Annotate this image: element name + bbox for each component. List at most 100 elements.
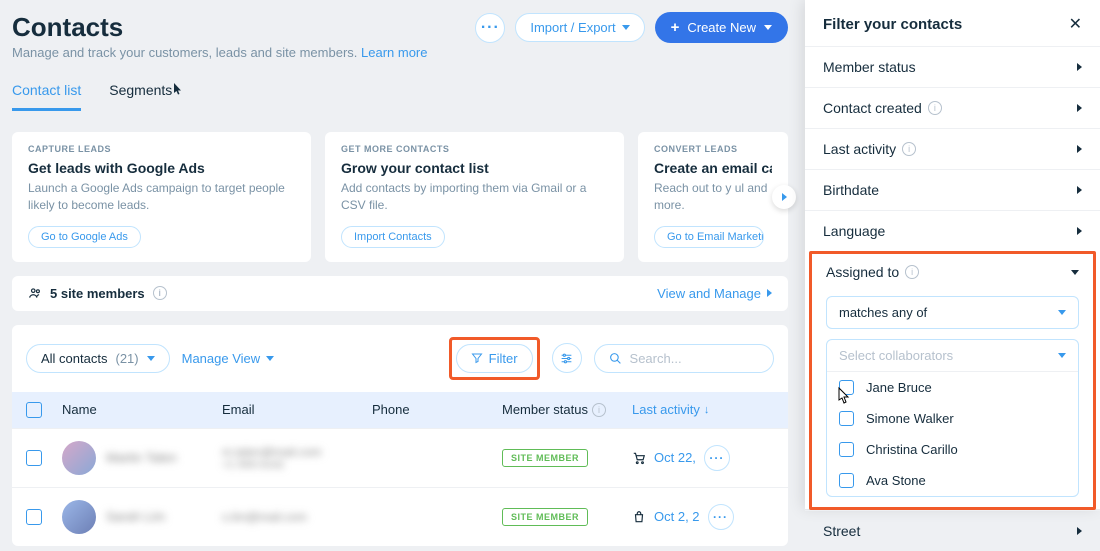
- more-actions-button[interactable]: ···: [475, 13, 505, 43]
- import-contacts-button[interactable]: Import Contacts: [341, 226, 445, 248]
- view-and-manage-link[interactable]: View and Manage: [657, 286, 772, 301]
- filter-street[interactable]: Street: [805, 510, 1100, 551]
- search-input-wrapper[interactable]: [594, 344, 774, 373]
- info-icon[interactable]: i: [905, 265, 919, 279]
- close-icon[interactable]: ✕: [1069, 14, 1082, 34]
- chevron-right-icon: [782, 193, 787, 201]
- table-row[interactable]: Sarah Lim s.lim@mail.com SITE MEMBER Oct…: [12, 487, 788, 546]
- sliders-icon: [560, 352, 573, 365]
- search-input[interactable]: [630, 351, 759, 366]
- card-title: Get leads with Google Ads: [28, 160, 295, 176]
- contact-phone: +1 555-0142: [222, 459, 372, 471]
- option-checkbox[interactable]: [839, 473, 854, 488]
- filter-panel: Filter your contacts ✕ Member status Con…: [805, 0, 1100, 509]
- row-checkbox[interactable]: [26, 509, 42, 525]
- info-icon[interactable]: i: [153, 286, 167, 300]
- filter-language[interactable]: Language: [805, 210, 1100, 251]
- chevron-down-icon: [147, 356, 155, 361]
- members-icon: [28, 286, 42, 300]
- create-new-button[interactable]: + Create New: [655, 12, 788, 43]
- card-convert-leads: CONVERT LEADS Create an email ca Reach o…: [638, 132, 788, 262]
- filter-contact-created[interactable]: Contact createdi: [805, 87, 1100, 128]
- go-to-email-marketing-button[interactable]: Go to Email Marketing: [654, 226, 764, 248]
- card-tag: GET MORE CONTACTS: [341, 144, 608, 154]
- cursor-pointer-icon: [174, 83, 183, 95]
- collaborator-option[interactable]: Jane Bruce: [827, 372, 1078, 403]
- card-title: Create an email ca: [654, 160, 772, 176]
- collaborator-option[interactable]: Simone Walker: [827, 403, 1078, 434]
- select-all-checkbox[interactable]: [26, 402, 42, 418]
- filter-assigned-to[interactable]: Assigned toi: [812, 254, 1093, 290]
- card-title: Grow your contact list: [341, 160, 608, 176]
- collaborator-option[interactable]: Christina Carillo: [827, 434, 1078, 465]
- option-label: Christina Carillo: [866, 442, 958, 457]
- chevron-down-icon: [622, 25, 630, 30]
- option-checkbox[interactable]: [839, 442, 854, 457]
- filter-birthdate[interactable]: Birthdate: [805, 169, 1100, 210]
- cards-next-button[interactable]: [772, 185, 796, 209]
- filter-icon: [471, 352, 483, 364]
- collaborators-select[interactable]: Select collaborators: [827, 340, 1078, 372]
- chevron-right-icon: [1077, 145, 1082, 153]
- info-icon[interactable]: i: [902, 142, 916, 156]
- contact-email: s.lim@mail.com: [222, 510, 372, 524]
- filter-last-activity[interactable]: Last activityi: [805, 128, 1100, 169]
- option-checkbox[interactable]: [839, 380, 854, 395]
- chevron-down-icon: [266, 356, 274, 361]
- contact-email: m.talen@mail.com: [222, 445, 372, 459]
- tab-segments[interactable]: Segments: [109, 82, 183, 111]
- go-to-google-ads-button[interactable]: Go to Google Ads: [28, 226, 141, 248]
- column-phone[interactable]: Phone: [372, 402, 502, 417]
- tab-contact-list[interactable]: Contact list: [12, 82, 81, 111]
- chevron-right-icon: [1077, 63, 1082, 71]
- manage-view-link[interactable]: Manage View: [182, 351, 275, 366]
- contact-name: Martin Talen: [106, 450, 177, 465]
- more-icon: ···: [481, 19, 500, 37]
- cart-icon: [632, 451, 646, 465]
- status-badge: SITE MEMBER: [502, 508, 588, 526]
- chevron-down-icon: [764, 25, 772, 30]
- row-more-button[interactable]: ···: [708, 504, 734, 530]
- column-status[interactable]: Member status i: [502, 402, 632, 417]
- info-icon[interactable]: i: [592, 403, 606, 417]
- bag-icon: [632, 510, 646, 524]
- column-email[interactable]: Email: [222, 402, 372, 417]
- card-desc: Launch a Google Ads campaign to target p…: [28, 180, 295, 214]
- collaborator-option[interactable]: Ava Stone: [827, 465, 1078, 496]
- card-tag: CAPTURE LEADS: [28, 144, 295, 154]
- card-desc: Reach out to y ul and more.: [654, 180, 772, 214]
- search-icon: [609, 352, 622, 365]
- page-title: Contacts: [12, 12, 427, 43]
- all-contacts-dropdown[interactable]: All contacts (21): [26, 344, 170, 373]
- chevron-right-icon: [1077, 186, 1082, 194]
- page-subtitle: Manage and track your customers, leads a…: [12, 45, 427, 60]
- site-members-label: 5 site members: [50, 286, 145, 301]
- column-activity[interactable]: Last activity ↓: [632, 402, 752, 417]
- option-label: Ava Stone: [866, 473, 926, 488]
- match-condition-select[interactable]: matches any of: [826, 296, 1079, 329]
- card-capture-leads: CAPTURE LEADS Get leads with Google Ads …: [12, 132, 311, 262]
- card-tag: CONVERT LEADS: [654, 144, 772, 154]
- chevron-right-icon: [1077, 227, 1082, 235]
- table-row[interactable]: Martin Talen m.talen@mail.com +1 555-014…: [12, 428, 788, 487]
- avatar: [62, 500, 96, 534]
- column-name[interactable]: Name: [62, 402, 222, 417]
- activity-date: Oct 2, 2: [654, 509, 700, 524]
- activity-date: Oct 22,: [654, 450, 696, 465]
- learn-more-link[interactable]: Learn more: [361, 45, 427, 60]
- row-more-button[interactable]: ···: [704, 445, 730, 471]
- card-grow-list: GET MORE CONTACTS Grow your contact list…: [325, 132, 624, 262]
- chevron-right-icon: [767, 289, 772, 297]
- info-icon[interactable]: i: [928, 101, 942, 115]
- filter-button[interactable]: Filter: [456, 344, 533, 373]
- row-checkbox[interactable]: [26, 450, 42, 466]
- option-checkbox[interactable]: [839, 411, 854, 426]
- plus-icon: +: [671, 19, 680, 36]
- chevron-down-icon: [1058, 310, 1066, 315]
- import-export-button[interactable]: Import / Export: [515, 13, 644, 42]
- avatar: [62, 441, 96, 475]
- filter-member-status[interactable]: Member status: [805, 46, 1100, 87]
- columns-settings-button[interactable]: [552, 343, 582, 373]
- contact-name: Sarah Lim: [106, 509, 165, 524]
- chevron-down-icon: [1058, 353, 1066, 358]
